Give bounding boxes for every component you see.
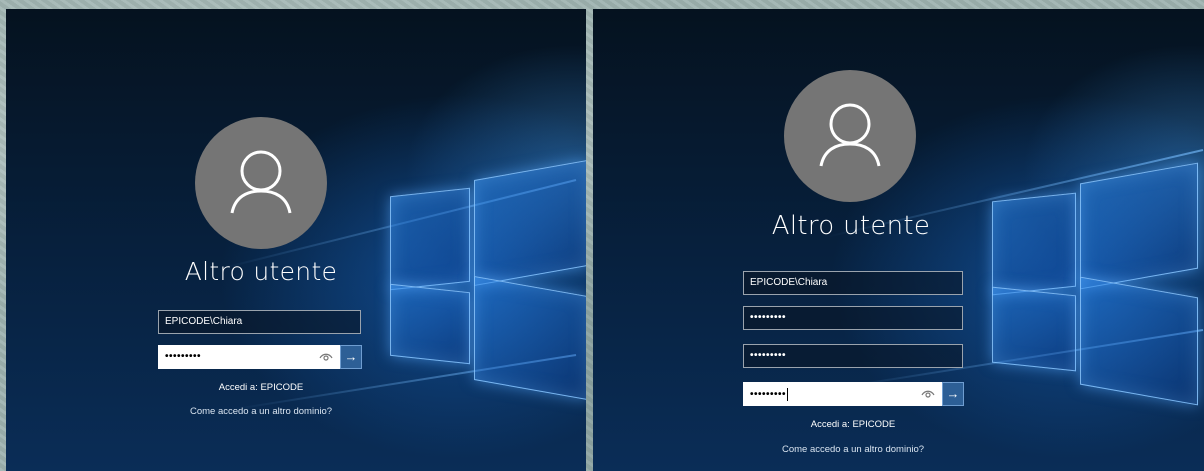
user-icon	[819, 103, 881, 167]
other-domain-link[interactable]: Come accedo a un altro dominio?	[753, 444, 953, 455]
logo-pane	[1080, 162, 1198, 290]
other-domain-link[interactable]: Come accedo a un altro dominio?	[161, 406, 361, 417]
windows-logo	[988, 162, 1198, 407]
arrow-right-icon: →	[344, 349, 358, 364]
submit-button[interactable]: →	[942, 382, 964, 406]
logo-pane	[474, 275, 586, 401]
arrow-right-icon: →	[946, 386, 960, 401]
user-title: Altro utente	[771, 211, 931, 241]
text-caret	[787, 388, 789, 401]
user-avatar	[784, 70, 916, 202]
user-avatar	[195, 117, 327, 249]
password-field[interactable]: •••••••••	[158, 345, 340, 369]
submit-button[interactable]: →	[340, 345, 362, 369]
user-icon	[230, 150, 292, 214]
logo-pane	[390, 283, 470, 365]
username-field[interactable]: EPICODE\Chiara	[158, 310, 361, 334]
new-password-value: •••••••••	[750, 350, 787, 361]
new-password-field[interactable]: •••••••••	[743, 344, 963, 368]
confirm-password-value: •••••••••	[750, 389, 787, 401]
eye-icon[interactable]	[921, 387, 935, 401]
login-screen-right: Altro utente EPICODE\Chiara ••••••••• ••…	[593, 9, 1204, 471]
windows-logo	[386, 159, 586, 401]
logo-pane	[992, 192, 1076, 296]
user-title: Altro utente	[184, 257, 338, 286]
password-value: •••••••••	[165, 351, 202, 362]
logo-pane	[474, 159, 586, 287]
logo-pane	[1080, 276, 1198, 406]
sign-in-domain: Accedi a: EPICODE	[810, 419, 896, 430]
current-password-field[interactable]: •••••••••	[743, 306, 963, 330]
sign-in-domain: Accedi a: EPICODE	[218, 382, 304, 393]
logo-pane	[390, 187, 470, 291]
logo-pane	[992, 286, 1076, 372]
eye-icon[interactable]	[319, 350, 333, 364]
confirm-password-field[interactable]: •••••••••	[743, 382, 942, 406]
current-password-value: •••••••••	[750, 312, 787, 323]
login-screen-left: Altro utente EPICODE\Chiara ••••••••• → …	[6, 9, 586, 471]
username-field[interactable]: EPICODE\Chiara	[743, 271, 963, 295]
